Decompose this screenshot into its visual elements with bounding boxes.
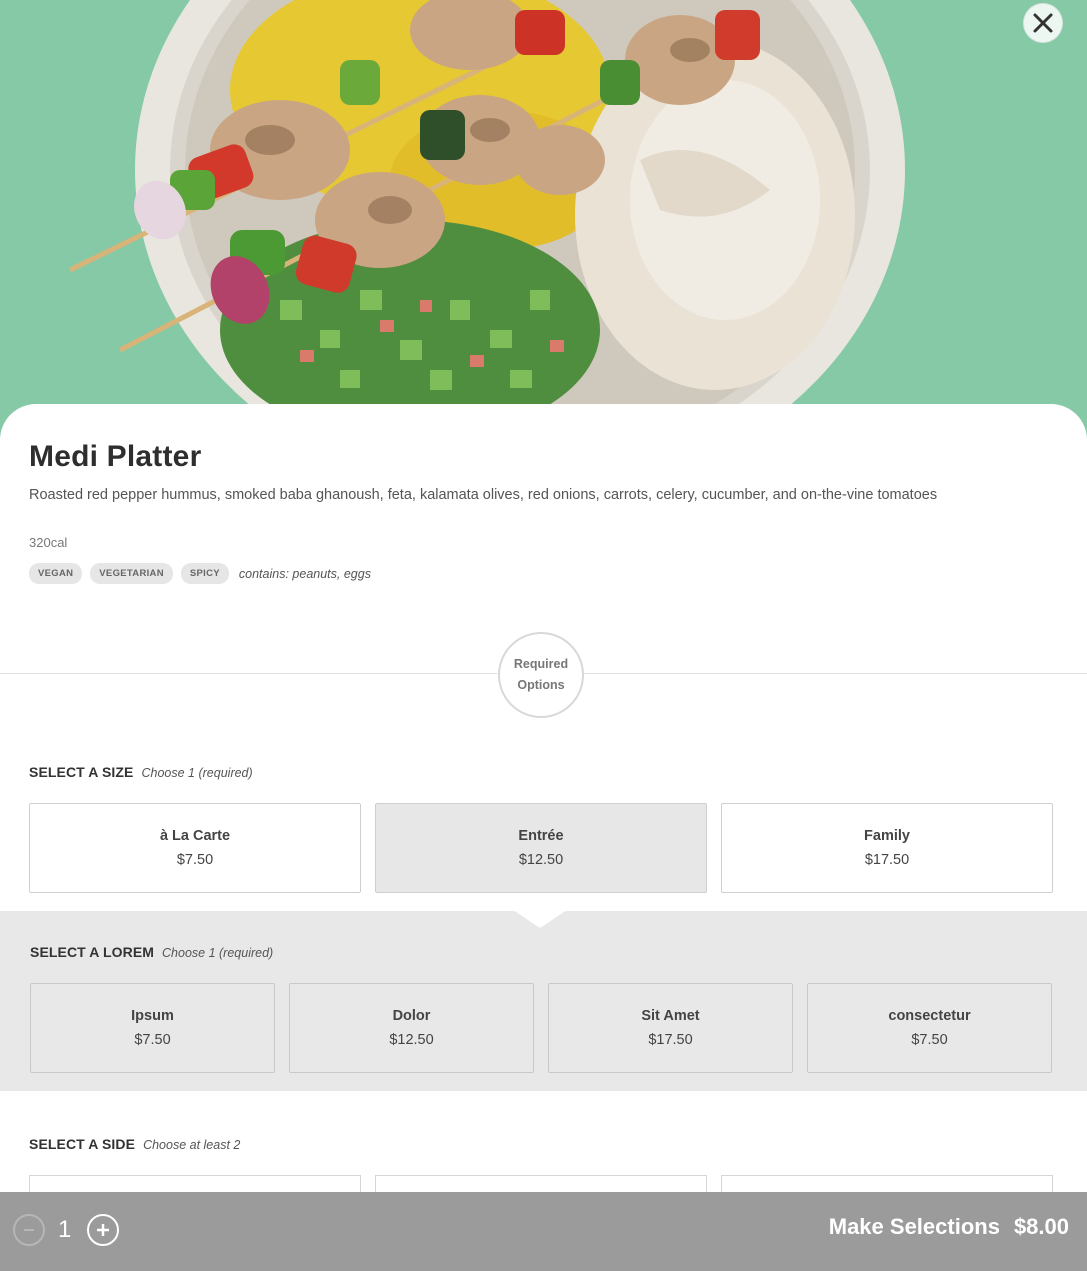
option-name: Dolor bbox=[392, 1008, 431, 1024]
lorem-section-header: SELECT A LOREM Choose 1 (required) bbox=[30, 944, 273, 960]
tag-vegan: VEGAN bbox=[29, 563, 83, 584]
size-section-note: Choose 1 (required) bbox=[141, 766, 253, 780]
decrease-quantity-button[interactable] bbox=[13, 1214, 45, 1246]
side-section-title: SELECT A SIDE bbox=[29, 1136, 136, 1152]
item-detail-panel: Medi Platter Roasted red pepper hummus, … bbox=[0, 404, 1087, 1271]
plus-icon bbox=[97, 1224, 109, 1236]
selection-pointer bbox=[513, 910, 567, 928]
hero-image bbox=[0, 0, 1087, 440]
lorem-option-ipsum[interactable]: Ipsum $7.50 bbox=[30, 983, 275, 1073]
option-price: $7.50 bbox=[911, 1032, 948, 1048]
option-price: $17.50 bbox=[864, 852, 910, 868]
size-option-entree[interactable]: Entrée $12.50 bbox=[375, 803, 707, 893]
size-option-family[interactable]: Family $17.50 bbox=[721, 803, 1053, 893]
make-selections-button[interactable]: Make Selections $8.00 bbox=[829, 1214, 1069, 1240]
lorem-section-note: Choose 1 (required) bbox=[162, 946, 274, 960]
option-name: à La Carte bbox=[159, 828, 231, 844]
order-total: $8.00 bbox=[1013, 1214, 1069, 1239]
option-name: Family bbox=[864, 828, 910, 844]
option-name: Sit Amet bbox=[641, 1008, 700, 1024]
side-section-header: SELECT A SIDE Choose at least 2 bbox=[29, 1136, 240, 1152]
options-label: Options bbox=[517, 678, 565, 692]
lorem-option-consectetur[interactable]: consectetur $7.50 bbox=[807, 983, 1052, 1073]
item-calories: 320cal bbox=[29, 535, 68, 550]
tag-spicy: SPICY bbox=[180, 563, 229, 584]
size-section-header: SELECT A SIZE Choose 1 (required) bbox=[29, 764, 253, 780]
option-price: $17.50 bbox=[648, 1032, 693, 1048]
lorem-section-title: SELECT A LOREM bbox=[30, 944, 155, 960]
option-name: consectetur bbox=[888, 1008, 971, 1024]
required-label: Required bbox=[513, 657, 569, 671]
option-name: Ipsum bbox=[131, 1008, 174, 1024]
lorem-option-dolor[interactable]: Dolor $12.50 bbox=[289, 983, 534, 1073]
minus-icon bbox=[24, 1229, 34, 1231]
item-title: Medi Platter bbox=[29, 440, 202, 473]
allergen-note: contains: peanuts, eggs bbox=[238, 566, 371, 581]
side-section-note: Choose at least 2 bbox=[143, 1138, 241, 1152]
option-price: $7.50 bbox=[134, 1032, 171, 1048]
close-icon bbox=[1033, 13, 1053, 33]
option-price: $7.50 bbox=[176, 852, 214, 868]
lorem-option-sit-amet[interactable]: Sit Amet $17.50 bbox=[548, 983, 793, 1073]
lorem-subpanel: SELECT A LOREM Choose 1 (required) Ipsum… bbox=[0, 911, 1087, 1091]
quantity-value: 1 bbox=[58, 1216, 72, 1243]
tag-vegetarian: VEGETARIAN bbox=[90, 563, 173, 584]
dietary-tags: VEGAN VEGETARIAN SPICY contains: peanuts… bbox=[29, 563, 371, 584]
required-options-badge: Required Options bbox=[498, 632, 584, 718]
make-selections-label: Make Selections bbox=[828, 1214, 1000, 1239]
close-button[interactable] bbox=[1023, 3, 1063, 43]
option-name: Entrée bbox=[518, 828, 564, 844]
size-option-a-la-carte[interactable]: à La Carte $7.50 bbox=[29, 803, 361, 893]
option-price: $12.50 bbox=[518, 852, 564, 868]
item-description: Roasted red pepper hummus, smoked baba g… bbox=[29, 487, 938, 503]
food-bowl-illustration bbox=[0, 0, 1087, 440]
option-price: $12.50 bbox=[389, 1032, 434, 1048]
size-section-title: SELECT A SIZE bbox=[29, 764, 134, 780]
increase-quantity-button[interactable] bbox=[87, 1214, 119, 1246]
action-bar: 1 Make Selections $8.00 bbox=[0, 1192, 1087, 1271]
